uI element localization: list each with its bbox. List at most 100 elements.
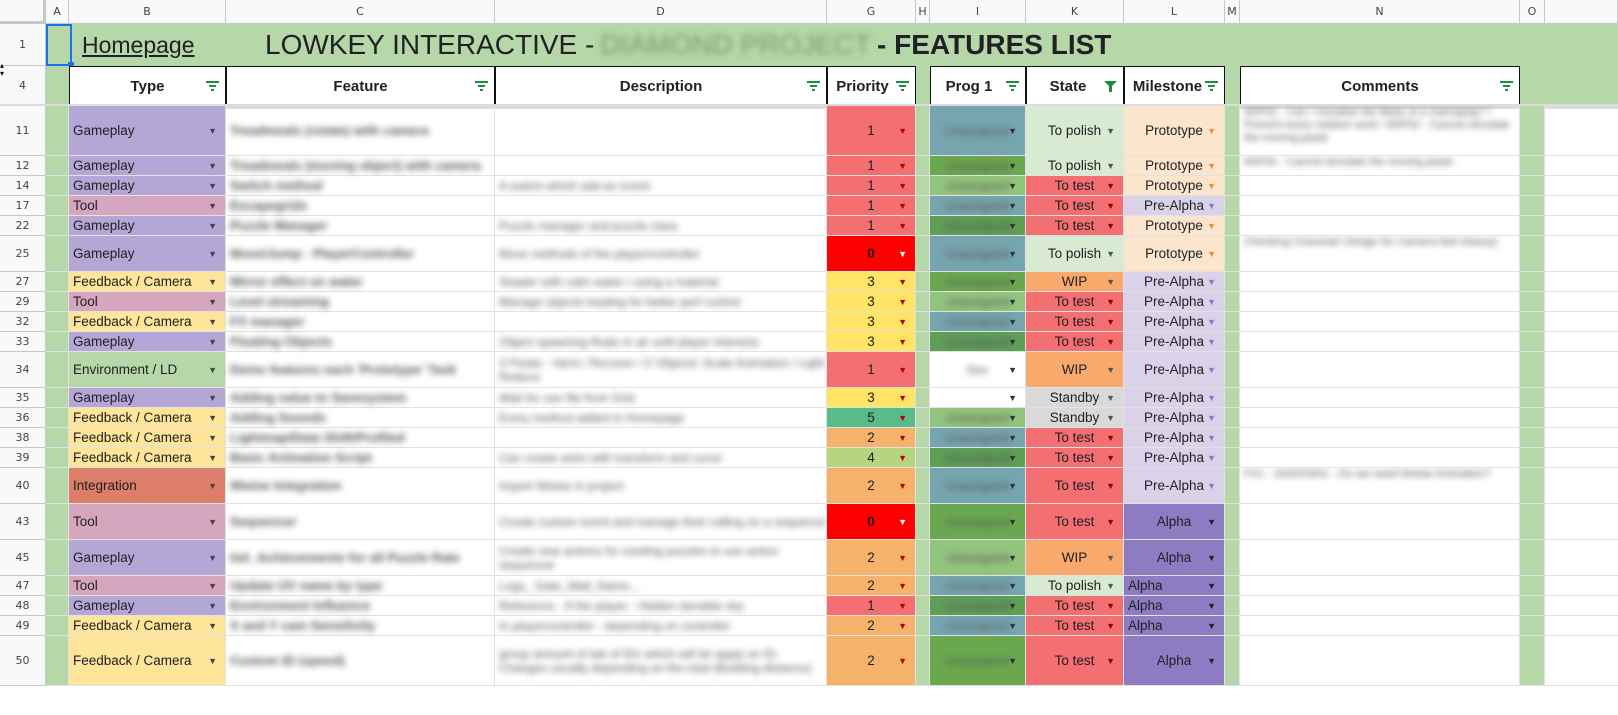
priority-dropdown[interactable]: 3 ▼ [827, 292, 916, 312]
priority-dropdown[interactable]: 3 ▼ [827, 388, 916, 408]
dropdown-arrow-icon[interactable]: ▼ [1106, 221, 1115, 231]
state-dropdown[interactable]: To test ▼ [1026, 596, 1124, 616]
comments-cell[interactable]: Checking Character Design for Camera fee… [1240, 236, 1520, 272]
milestone-dropdown[interactable]: Prototype ▼ [1124, 236, 1225, 272]
dropdown-arrow-icon[interactable]: ▼ [208, 433, 217, 443]
prog-dropdown[interactable]: Unassigned ▼ [930, 106, 1026, 156]
prog-dropdown[interactable]: Unassigned ▼ [930, 312, 1026, 332]
dropdown-arrow-icon[interactable]: ▼ [208, 297, 217, 307]
description-cell[interactable]: Puzzle manager and puzzle class [495, 216, 827, 236]
milestone-dropdown[interactable]: Pre-Alpha ▼ [1124, 408, 1225, 428]
empty-cell[interactable] [1545, 196, 1618, 216]
type-dropdown[interactable]: Environment / LD ▼ [69, 352, 226, 388]
type-dropdown[interactable]: Gameplay ▼ [69, 596, 226, 616]
empty-cell[interactable] [1545, 352, 1618, 388]
dropdown-arrow-icon[interactable]: ▼ [1008, 621, 1017, 631]
dropdown-arrow-icon[interactable]: ▼ [1008, 601, 1017, 611]
prog-dropdown[interactable]: Unassigned ▼ [930, 236, 1026, 272]
type-dropdown[interactable]: Gameplay ▼ [69, 106, 226, 156]
comments-cell[interactable] [1240, 312, 1520, 332]
empty-cell[interactable] [1545, 312, 1618, 332]
dropdown-arrow-icon[interactable]: ▼ [1207, 481, 1216, 491]
feature-cell[interactable]: Init_Achievements for all Puzzle Rate [226, 540, 495, 576]
dropdown-arrow-icon[interactable]: ▼ [208, 181, 217, 191]
empty-cell[interactable] [1545, 616, 1618, 636]
column-header[interactable]: B [69, 0, 226, 24]
empty-cell[interactable] [1545, 272, 1618, 292]
description-cell[interactable]: Reference - If the player - Hidden tamab… [495, 596, 827, 616]
prog-dropdown[interactable]: Unassigned ▼ [930, 504, 1026, 540]
state-dropdown[interactable]: To polish ▼ [1026, 236, 1124, 272]
dropdown-arrow-icon[interactable]: ▼ [898, 621, 907, 631]
dropdown-arrow-icon[interactable]: ▼ [898, 553, 907, 563]
row-header[interactable]: 12 [0, 156, 46, 176]
row-header[interactable]: 14 [0, 176, 46, 196]
state-dropdown[interactable]: To polish ▼ [1026, 576, 1124, 596]
dropdown-arrow-icon[interactable]: ▼ [1207, 393, 1216, 403]
row-header[interactable]: 39 [0, 448, 46, 468]
dropdown-arrow-icon[interactable]: ▼ [1207, 621, 1216, 631]
empty-cell[interactable] [1545, 236, 1618, 272]
type-dropdown[interactable]: Feedback / Camera ▼ [69, 636, 226, 686]
feature-cell[interactable]: Escapegrids [226, 196, 495, 216]
priority-dropdown[interactable]: 5 ▼ [827, 408, 916, 428]
description-cell[interactable]: Every method added in Homepage [495, 408, 827, 428]
feature-cell[interactable]: Move/Jump - PlayerController [226, 236, 495, 272]
dropdown-arrow-icon[interactable]: ▼ [898, 413, 907, 423]
row-header[interactable]: 27 [0, 272, 46, 292]
comments-cell[interactable] [1240, 176, 1520, 196]
column-header[interactable]: A [46, 0, 69, 24]
row-header[interactable]: 29 [0, 292, 46, 312]
dropdown-arrow-icon[interactable]: ▼ [208, 317, 217, 327]
dropdown-arrow-icon[interactable]: ▼ [1106, 413, 1115, 423]
feature-cell[interactable]: Treadmeals (moving object) with camera [226, 156, 495, 176]
column-header[interactable]: K [1026, 0, 1124, 24]
dropdown-arrow-icon[interactable]: ▼ [1207, 126, 1216, 136]
description-cell[interactable] [495, 428, 827, 448]
prog-dropdown[interactable]: Unassigned ▼ [930, 428, 1026, 448]
column-header[interactable]: O [1520, 0, 1545, 24]
priority-dropdown[interactable]: 2 ▼ [827, 576, 916, 596]
description-cell[interactable]: Create new actions for existing puzzles … [495, 540, 827, 576]
empty-cell[interactable] [1545, 332, 1618, 352]
dropdown-arrow-icon[interactable]: ▼ [1106, 453, 1115, 463]
type-dropdown[interactable]: Tool ▼ [69, 196, 226, 216]
type-dropdown[interactable]: Gameplay ▼ [69, 388, 226, 408]
row-header[interactable]: 45 [0, 540, 46, 576]
state-dropdown[interactable]: To polish ▼ [1026, 106, 1124, 156]
priority-dropdown[interactable]: 2 ▼ [827, 428, 916, 448]
feature-cell[interactable]: Custom ID (speed) [226, 636, 495, 686]
description-cell[interactable]: Can create anim with transform and curve [495, 448, 827, 468]
dropdown-arrow-icon[interactable]: ▼ [1106, 277, 1115, 287]
row-header[interactable]: 1 [0, 24, 46, 66]
filter-icon[interactable] [475, 81, 488, 92]
empty-cell[interactable] [1545, 176, 1618, 196]
description-cell[interactable]: Import Wwise in project [495, 468, 827, 504]
prog-dropdown[interactable]: Unassigned ▼ [930, 292, 1026, 312]
type-dropdown[interactable]: Gameplay ▼ [69, 540, 226, 576]
dropdown-arrow-icon[interactable]: ▼ [1106, 161, 1115, 171]
dropdown-arrow-icon[interactable]: ▼ [898, 249, 907, 259]
comments-cell[interactable] [1240, 540, 1520, 576]
dropdown-arrow-icon[interactable]: ▼ [898, 201, 907, 211]
comments-cell[interactable] [1240, 352, 1520, 388]
feature-cell[interactable]: FX manager [226, 312, 495, 332]
feature-cell[interactable]: Sequencer [226, 504, 495, 540]
comments-cell[interactable] [1240, 616, 1520, 636]
comments-cell[interactable] [1240, 272, 1520, 292]
row-header[interactable]: 48 [0, 596, 46, 616]
milestone-dropdown[interactable]: Prototype ▼ [1124, 106, 1225, 156]
milestone-dropdown[interactable]: Pre-Alpha ▼ [1124, 428, 1225, 448]
dropdown-arrow-icon[interactable]: ▼ [208, 161, 217, 171]
milestone-dropdown[interactable]: Prototype ▼ [1124, 176, 1225, 196]
dropdown-arrow-icon[interactable]: ▼ [1008, 201, 1017, 211]
dropdown-arrow-icon[interactable]: ▼ [898, 601, 907, 611]
priority-dropdown[interactable]: 1 ▼ [827, 196, 916, 216]
feature-cell[interactable]: Wwise Integration [226, 468, 495, 504]
dropdown-arrow-icon[interactable]: ▼ [1106, 126, 1115, 136]
dropdown-arrow-icon[interactable]: ▼ [1106, 481, 1115, 491]
row-header[interactable]: 22 [0, 216, 46, 236]
milestone-dropdown[interactable]: Pre-Alpha ▼ [1124, 388, 1225, 408]
comments-cell[interactable] [1240, 576, 1520, 596]
dropdown-arrow-icon[interactable]: ▼ [898, 433, 907, 443]
